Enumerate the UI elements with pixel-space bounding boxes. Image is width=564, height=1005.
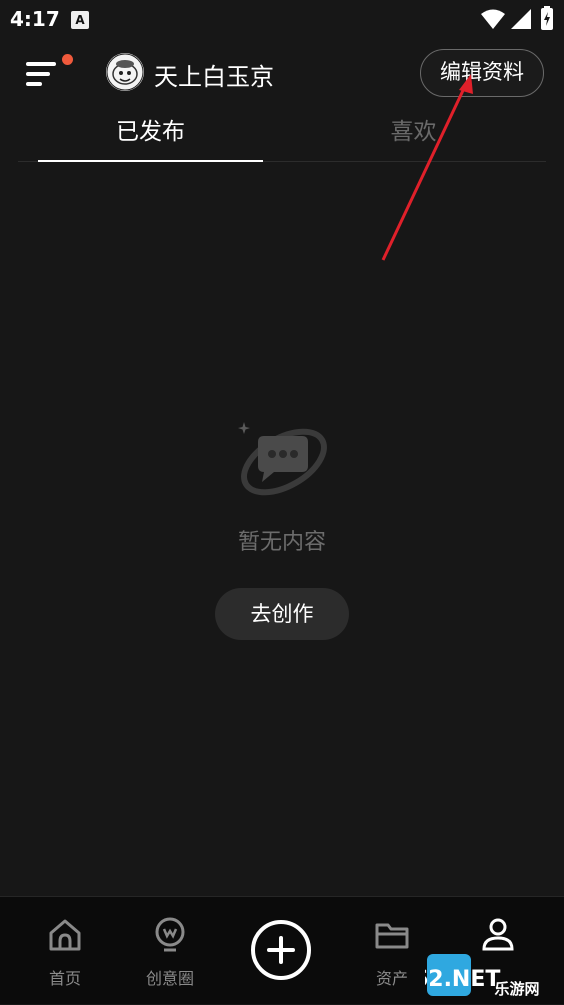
empty-message: 暂无内容 — [237, 530, 326, 555]
signal-icon — [511, 9, 531, 29]
tab-liked[interactable]: 喜欢 — [301, 112, 526, 148]
watermark-text-bottom: 乐游网 — [494, 980, 539, 998]
status-time: 4:17 — [10, 7, 60, 31]
menu-button[interactable] — [22, 56, 66, 92]
avatar[interactable] — [106, 53, 144, 91]
nav-add[interactable] — [250, 919, 312, 981]
status-bar: 4:17 A — [0, 0, 564, 40]
home-icon — [49, 919, 81, 951]
bulb-icon — [155, 917, 185, 952]
go-create-button[interactable]: 去创作 — [215, 588, 349, 640]
nav-home[interactable]: 首页 — [25, 897, 105, 1005]
battery-icon — [541, 6, 553, 30]
tab-published[interactable]: 已发布 — [38, 112, 263, 148]
nav-assets-label: 资产 — [375, 969, 408, 988]
empty-chat-icon — [238, 422, 327, 496]
menu-icon-bar — [26, 82, 42, 86]
plus-circle-icon — [251, 920, 311, 980]
notification-app-icon: A — [71, 11, 89, 29]
avatar-image — [106, 53, 144, 91]
nav-creative[interactable]: 创意圈 — [130, 897, 210, 1005]
wifi-icon — [481, 9, 505, 29]
watermark-logo: 962.NET 乐游网 — [425, 954, 540, 998]
folder-icon — [375, 923, 409, 949]
watermark-text-top: 962.NET — [425, 967, 500, 992]
menu-icon — [26, 62, 56, 66]
notification-dot — [62, 54, 73, 65]
active-tab-indicator — [38, 160, 263, 162]
nav-creative-label: 创意圈 — [145, 969, 194, 988]
person-icon — [482, 918, 514, 951]
username: 天上白玉京 — [154, 63, 274, 91]
nav-home-label: 首页 — [48, 969, 81, 988]
nav-assets[interactable]: 资产 — [352, 897, 432, 1005]
edit-profile-button[interactable]: 编辑资料 — [420, 49, 544, 97]
menu-icon-bar — [26, 72, 50, 76]
